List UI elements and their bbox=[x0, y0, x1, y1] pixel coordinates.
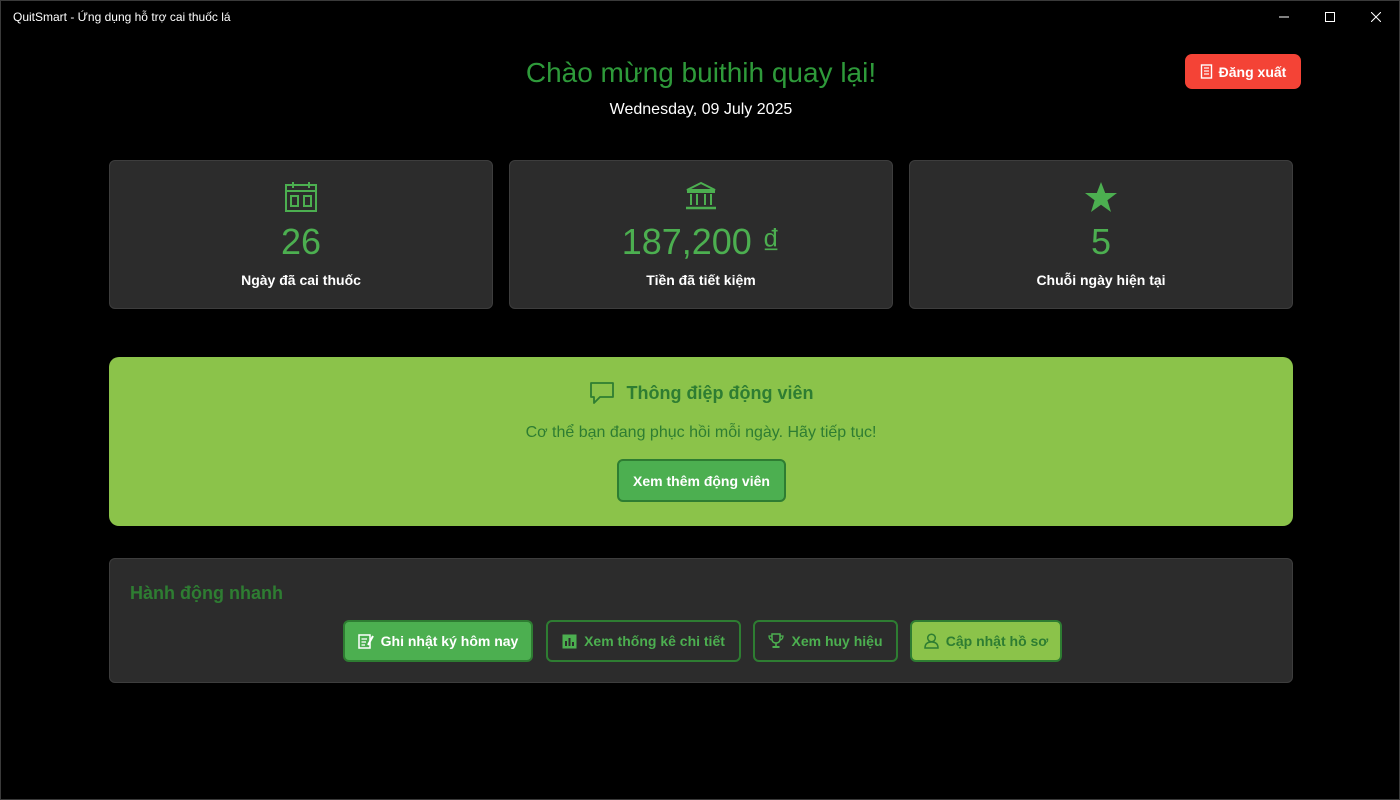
current-date: Wednesday, 09 July 2025 bbox=[609, 101, 793, 118]
title-bar: QuitSmart - Ứng dụng hỗ trợ cai thuốc lá bbox=[1, 1, 1399, 33]
view-stats-label: Xem thống kê chi tiết bbox=[584, 633, 725, 649]
write-journal-button[interactable]: Ghi nhật ký hôm nay bbox=[343, 620, 533, 662]
minimize-button[interactable] bbox=[1261, 1, 1307, 33]
stat-card-days: 26 Ngày đã cai thuốc bbox=[109, 160, 493, 309]
streak-label: Chuỗi ngày hiện tại bbox=[1036, 272, 1166, 288]
quick-actions-title: Hành động nhanh bbox=[130, 583, 283, 603]
quick-actions-panel: Hành động nhanh Ghi nhật ký hôm nay Xem … bbox=[109, 558, 1293, 683]
motivation-title: Thông điệp động viên bbox=[626, 382, 814, 403]
chat-bubble-icon bbox=[589, 382, 614, 404]
update-profile-button[interactable]: Cập nhật hồ sơ bbox=[910, 620, 1062, 662]
motivation-panel: Thông điệp động viên Cơ thể bạn đang phụ… bbox=[109, 357, 1293, 526]
chart-icon bbox=[562, 634, 577, 648]
trophy-icon bbox=[768, 633, 785, 648]
bank-icon bbox=[686, 181, 716, 210]
view-stats-button[interactable]: Xem thống kê chi tiết bbox=[546, 620, 741, 662]
logout-label: Đăng xuất bbox=[1218, 63, 1287, 80]
maximize-button[interactable] bbox=[1307, 1, 1353, 33]
app-window: QuitSmart - Ứng dụng hỗ trợ cai thuốc lá… bbox=[0, 0, 1400, 800]
calendar-icon bbox=[285, 182, 317, 212]
view-badges-button[interactable]: Xem huy hiệu bbox=[753, 620, 898, 662]
door-icon bbox=[1200, 64, 1212, 79]
motivation-message: Cơ thể bạn đang phục hồi mỗi ngày. Hãy t… bbox=[525, 424, 877, 441]
days-quit-value: 26 bbox=[280, 221, 322, 262]
logout-button[interactable]: Đăng xuất bbox=[1185, 54, 1301, 89]
write-journal-label: Ghi nhật ký hôm nay bbox=[380, 633, 519, 649]
money-saved-value: 187,200 ₫ bbox=[621, 221, 781, 262]
money-saved-label: Tiền đã tiết kiệm bbox=[646, 272, 756, 288]
note-edit-icon bbox=[357, 634, 374, 649]
stat-card-streak: 5 Chuỗi ngày hiện tại bbox=[909, 160, 1293, 309]
maximize-icon bbox=[1325, 12, 1335, 22]
days-quit-label: Ngày đã cai thuốc bbox=[241, 272, 361, 288]
streak-value: 5 bbox=[1090, 221, 1112, 262]
user-icon bbox=[923, 633, 939, 649]
close-button[interactable] bbox=[1353, 1, 1399, 33]
star-icon bbox=[1085, 182, 1117, 212]
view-badges-label: Xem huy hiệu bbox=[791, 633, 883, 649]
stat-card-savings: 187,200 ₫ Tiền đã tiết kiệm bbox=[509, 160, 893, 309]
window-title: QuitSmart - Ứng dụng hỗ trợ cai thuốc lá bbox=[13, 10, 231, 24]
close-icon bbox=[1371, 12, 1381, 22]
update-profile-label: Cập nhật hồ sơ bbox=[945, 633, 1049, 649]
minimize-icon bbox=[1279, 16, 1289, 18]
more-motivation-button[interactable]: Xem thêm động viên bbox=[617, 459, 786, 502]
